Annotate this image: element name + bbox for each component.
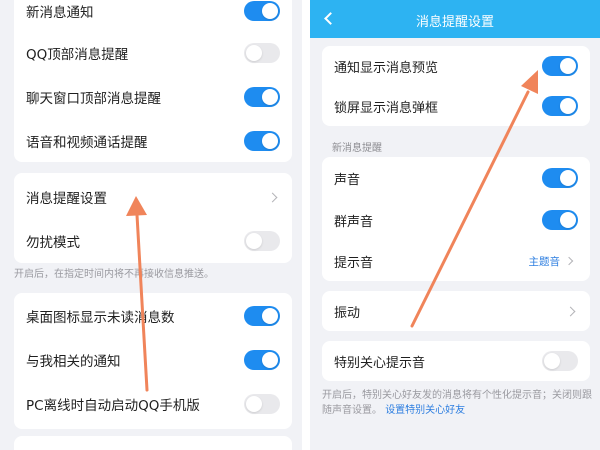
new-message-toggle[interactable] (244, 1, 280, 21)
dnd-note: 开启后，在指定时间内将不再接收信息推送。 (14, 269, 214, 280)
right-settings-panel: 消息提醒设置 通知显示消息预览 锁屏显示消息弹框 新消息提醒 声音 群声音 提示… (310, 0, 600, 450)
row-label: 锁屏显示消息弹框 (334, 100, 439, 116)
list-item[interactable]: 新消息通知 (14, 0, 292, 22)
sound-toggle[interactable] (542, 168, 578, 188)
title-bar: 消息提醒设置 (310, 0, 600, 38)
row-label: 通知显示消息预览 (334, 60, 439, 76)
special-friends-link[interactable]: 设置特别关心好友 (385, 405, 465, 416)
qq-top-alert-toggle[interactable] (244, 43, 280, 63)
pc-offline-autostart-toggle[interactable] (244, 394, 280, 414)
chevron-right-icon (267, 192, 278, 202)
message-reminder-settings-item[interactable]: 消息提醒设置 (14, 175, 292, 219)
tone-value: 主题音 (528, 255, 561, 268)
message-preview-toggle[interactable] (542, 56, 578, 76)
list-item[interactable]: 勿扰模式 (14, 219, 292, 263)
special-sound-card: 特别关心提示音 (322, 341, 590, 381)
related-notice-toggle[interactable] (244, 350, 280, 370)
call-alert-toggle[interactable] (244, 131, 280, 151)
vibrate-card: 振动 (322, 291, 590, 331)
list-item[interactable]: 特别关心提示音 (322, 341, 590, 381)
list-item[interactable]: 通知显示消息预览 (322, 46, 590, 86)
list-item[interactable]: 锁屏显示消息弹框 (322, 86, 590, 126)
list-item[interactable]: 语音和视频通话提醒 (14, 120, 292, 162)
sound-card: 声音 群声音 提示音 主题音 (322, 157, 590, 281)
group-sound-toggle[interactable] (542, 210, 578, 230)
reminder-card: 消息提醒设置 勿扰模式 (14, 173, 292, 263)
section-title: 新消息提醒 (332, 143, 382, 154)
row-label: QQ顶部消息提醒 (26, 47, 129, 63)
badge-card: 桌面图标显示未读消息数 与我相关的通知 PC离线时自动启动QQ手机版 (14, 293, 292, 429)
special-note: 开启后，特别关心好友发的消息将有个性化提示音；关闭则跟随声音设置。 设置特别关心… (322, 388, 594, 418)
list-item[interactable]: 聊天窗口顶部消息提醒 (14, 75, 292, 119)
row-label: 声音 (334, 172, 361, 188)
row-label: 消息提醒设置 (26, 191, 107, 207)
row-label: 群声音 (334, 214, 374, 230)
lockscreen-popup-toggle[interactable] (542, 96, 578, 116)
list-item[interactable]: QQ顶部消息提醒 (14, 32, 292, 74)
chat-window-alert-toggle[interactable] (244, 87, 280, 107)
special-sound-toggle[interactable] (542, 351, 578, 371)
row-label: 语音和视频通话提醒 (26, 135, 148, 151)
unread-badge-toggle[interactable] (244, 306, 280, 326)
chevron-right-icon (565, 306, 576, 316)
list-item[interactable]: PC离线时自动启动QQ手机版 (14, 382, 292, 426)
vibrate-item[interactable]: 振动 (322, 291, 590, 331)
row-label: 振动 (334, 305, 361, 321)
row-label: 特别关心提示音 (334, 355, 426, 371)
chevron-right-icon (564, 256, 574, 266)
row-label: 新消息通知 (26, 5, 94, 21)
row-label: 勿扰模式 (26, 235, 80, 251)
do-not-disturb-toggle[interactable] (244, 231, 280, 251)
tone-item[interactable]: 提示音 主题音 (322, 241, 590, 281)
left-settings-panel: 新消息通知 QQ顶部消息提醒 聊天窗口顶部消息提醒 语音和视频通话提醒 消息提醒… (0, 0, 302, 450)
list-item[interactable]: 桌面图标显示未读消息数 (14, 294, 292, 338)
page-title: 消息提醒设置 (415, 15, 494, 30)
row-label: 提示音 (334, 255, 374, 271)
row-label: PC离线时自动启动QQ手机版 (26, 398, 200, 414)
row-label: 聊天窗口顶部消息提醒 (26, 91, 161, 107)
row-label: 与我相关的通知 (26, 354, 121, 370)
next-card (14, 436, 292, 450)
row-label: 桌面图标显示未读消息数 (26, 310, 175, 326)
notification-card: 新消息通知 QQ顶部消息提醒 聊天窗口顶部消息提醒 语音和视频通话提醒 (14, 0, 292, 162)
list-item[interactable]: 声音 (322, 157, 590, 199)
list-item[interactable]: 与我相关的通知 (14, 338, 292, 382)
preview-card: 通知显示消息预览 锁屏显示消息弹框 (322, 46, 590, 126)
list-item[interactable]: 群声音 (322, 199, 590, 241)
